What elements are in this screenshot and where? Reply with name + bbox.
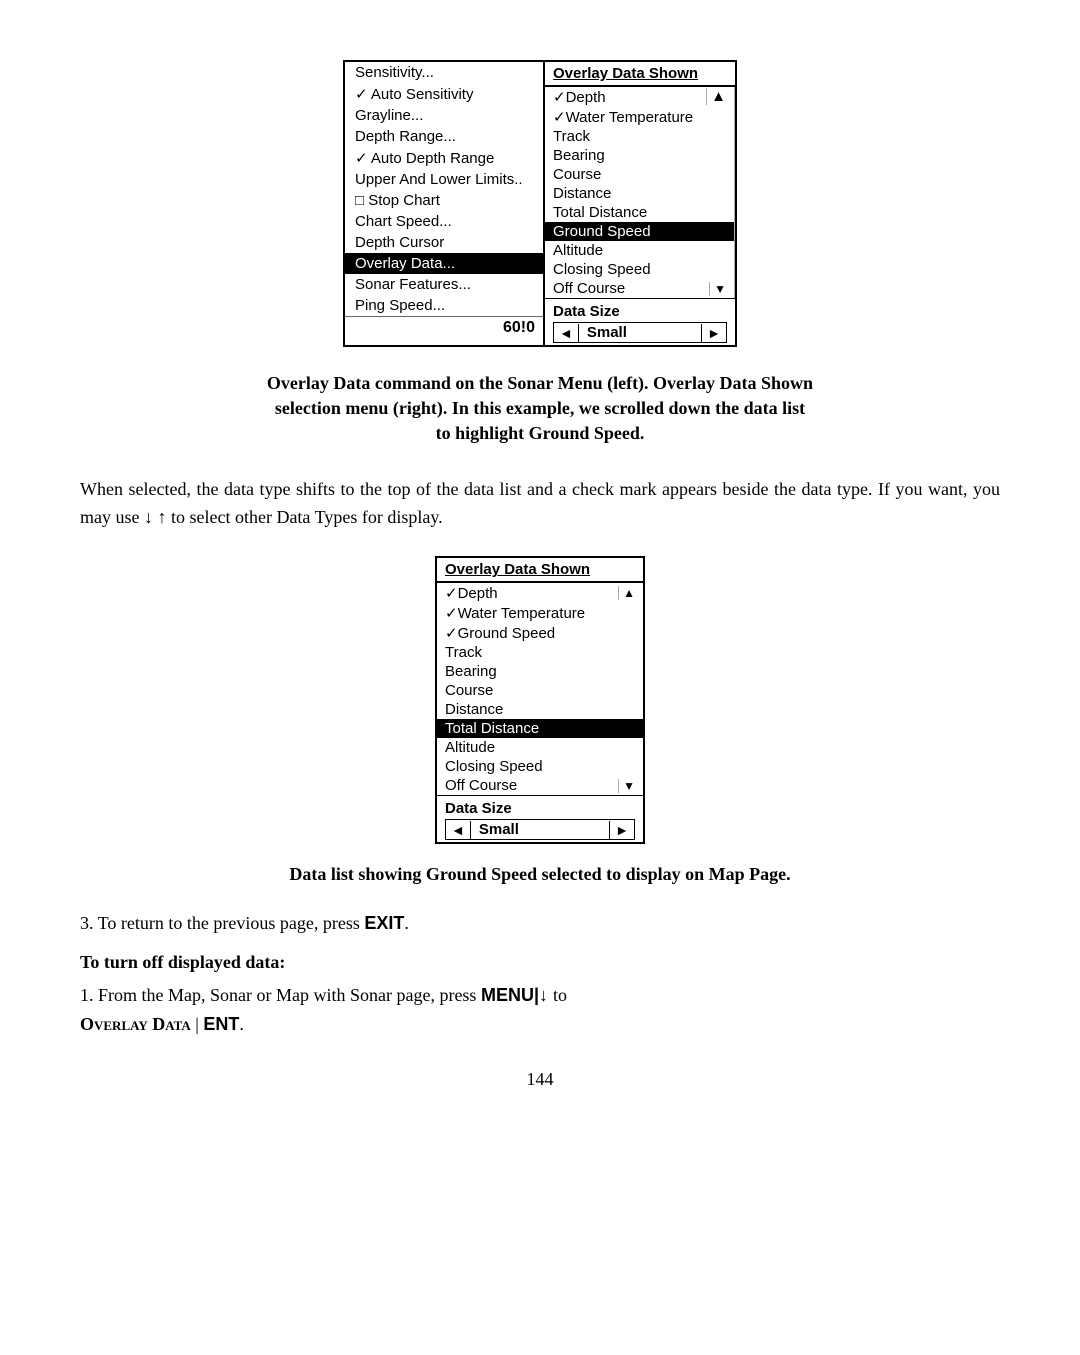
menu-item-auto-sensitivity[interactable]: ✓ Auto Sensitivity	[345, 83, 543, 105]
overlay-item-water-temp[interactable]: ✓Water Temperature	[545, 107, 734, 127]
menus-wrapper: Sensitivity... ✓ Auto Sensitivity Grayli…	[343, 60, 737, 347]
overlay-item-bearing[interactable]: Bearing	[545, 146, 734, 165]
overlay-header: Overlay Data Shown	[545, 62, 735, 87]
screenshot1: Sensitivity... ✓ Auto Sensitivity Grayli…	[80, 60, 1000, 347]
overlay2-item-off-course[interactable]: Off Course ▼	[437, 776, 643, 795]
step3-key: EXIT	[364, 913, 404, 933]
sonar-value: 60!0	[503, 319, 535, 337]
step4-body: 1. From the Map, Sonar or Map with Sonar…	[80, 981, 1000, 1039]
overlay2-item-total-distance[interactable]: Total Distance	[437, 719, 643, 738]
left-menu-panel: Sensitivity... ✓ Auto Sensitivity Grayli…	[345, 62, 545, 345]
overlay2-list: ✓Depth ▲ ✓Water Temperature ✓Ground Spee…	[437, 583, 643, 795]
overlay-list: ✓Depth ▲ ✓Water Temperature Track Bearin…	[545, 87, 735, 298]
sonar-footer: 60!0	[345, 316, 543, 339]
caption1: Overlay Data command on the Sonar Menu (…	[80, 371, 1000, 447]
screenshot2-container: Overlay Data Shown ✓Depth ▲ ✓Water Tempe…	[80, 556, 1000, 844]
data-size-arrow-right[interactable]: ►	[701, 324, 726, 342]
overlay-item-ground-speed[interactable]: Ground Speed	[545, 222, 734, 241]
overlay2-item-water-temp[interactable]: ✓Water Temperature	[437, 603, 643, 623]
data-size-label: Data Size	[553, 303, 727, 320]
overlay2-item-track[interactable]: Track	[437, 643, 643, 662]
menu-item-sonar-features[interactable]: Sonar Features...	[345, 274, 543, 295]
data-size-arrow-left2[interactable]: ◄	[446, 821, 471, 839]
step4-key3: ENT	[203, 1014, 239, 1034]
overlay-item-course[interactable]: Course	[545, 165, 734, 184]
overlay-item-depth[interactable]: ✓Depth ▲	[545, 87, 734, 107]
overlay-item-closing-speed[interactable]: Closing Speed	[545, 260, 734, 279]
menu-item-depth-cursor[interactable]: Depth Cursor	[345, 232, 543, 253]
overlay2-item-course[interactable]: Course	[437, 681, 643, 700]
data-size-arrow-right2[interactable]: ►	[609, 821, 634, 839]
menu-item-depth-range[interactable]: Depth Range...	[345, 126, 543, 147]
menu-item-overlay-data[interactable]: Overlay Data...	[345, 253, 543, 274]
menu-item-upper-lower[interactable]: Upper And Lower Limits..	[345, 169, 543, 190]
step4-key2: Overlay Data	[80, 1014, 191, 1034]
caption2: Data list showing Ground Speed selected …	[80, 864, 1000, 885]
data-size-section: Data Size ◄ Small ►	[545, 298, 735, 345]
overlay2-item-altitude[interactable]: Altitude	[437, 738, 643, 757]
overlay2-item-bearing[interactable]: Bearing	[437, 662, 643, 681]
body-text1: When selected, the data type shifts to t…	[80, 475, 1000, 533]
data-size-control[interactable]: ◄ Small ►	[553, 322, 727, 343]
overlay2-item-closing-speed[interactable]: Closing Speed	[437, 757, 643, 776]
overlay-item-distance[interactable]: Distance	[545, 184, 734, 203]
data-size-value2: Small	[471, 820, 609, 839]
overlay-item-track[interactable]: Track	[545, 127, 734, 146]
menu-item-sensitivity[interactable]: Sensitivity...	[345, 62, 543, 83]
menu-item-grayline[interactable]: Grayline...	[345, 105, 543, 126]
overlay-item-off-course[interactable]: Off Course ▼	[545, 279, 734, 298]
data-size-arrow-left[interactable]: ◄	[554, 324, 579, 342]
data-size-label2: Data Size	[445, 800, 635, 817]
data-size-section2: Data Size ◄ Small ►	[437, 795, 643, 842]
overlay2-header: Overlay Data Shown	[437, 558, 643, 583]
data-size-value: Small	[579, 323, 701, 342]
menu-item-chart-speed[interactable]: Chart Speed...	[345, 211, 543, 232]
overlay-item-total-distance[interactable]: Total Distance	[545, 203, 734, 222]
overlay2-item-distance[interactable]: Distance	[437, 700, 643, 719]
overlay2-item-ground-speed[interactable]: ✓Ground Speed	[437, 623, 643, 643]
step3: 3. To return to the previous page, press…	[80, 909, 1000, 938]
data-size-control2[interactable]: ◄ Small ►	[445, 819, 635, 840]
menu-item-stop-chart[interactable]: □ Stop Chart	[345, 190, 543, 211]
overlay-panel2: Overlay Data Shown ✓Depth ▲ ✓Water Tempe…	[435, 556, 645, 844]
overlay-item-altitude[interactable]: Altitude	[545, 241, 734, 260]
step4-key1: MENU|↓	[481, 985, 553, 1005]
step4-heading: To turn off displayed data:	[80, 952, 1000, 973]
menu-item-ping-speed[interactable]: Ping Speed...	[345, 295, 543, 316]
menu-item-auto-depth-range[interactable]: ✓ Auto Depth Range	[345, 147, 543, 169]
overlay2-item-depth[interactable]: ✓Depth ▲	[437, 583, 643, 603]
page-number: 144	[80, 1069, 1000, 1090]
overlay-panel-right: Overlay Data Shown ✓Depth ▲ ✓Water Tempe…	[545, 62, 735, 345]
